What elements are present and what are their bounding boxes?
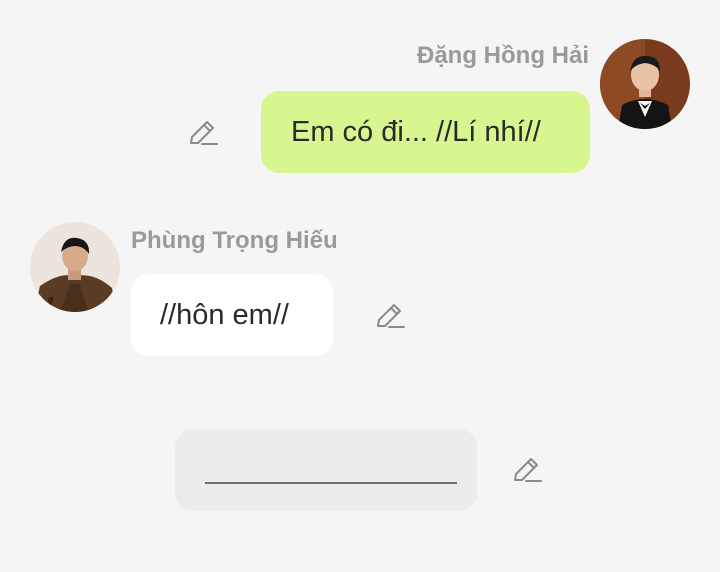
pencil-edit-icon[interactable]: [511, 453, 543, 485]
pencil-edit-icon[interactable]: [187, 116, 219, 148]
answer-blank-line: [205, 482, 457, 484]
message-text: //hôn em//: [160, 298, 289, 331]
avatar[interactable]: [30, 222, 120, 312]
avatar[interactable]: [600, 39, 690, 129]
sender-name: Phùng Trọng Hiếu: [131, 227, 338, 254]
sender-name: Đặng Hồng Hải: [417, 42, 589, 69]
pencil-edit-icon[interactable]: [374, 299, 406, 331]
message-bubble: Em có đi... //Lí nhí//: [261, 91, 590, 173]
answer-input-box[interactable]: [175, 429, 477, 511]
message-text: Em có đi... //Lí nhí//: [291, 115, 541, 148]
message-bubble: //hôn em//: [131, 274, 333, 356]
